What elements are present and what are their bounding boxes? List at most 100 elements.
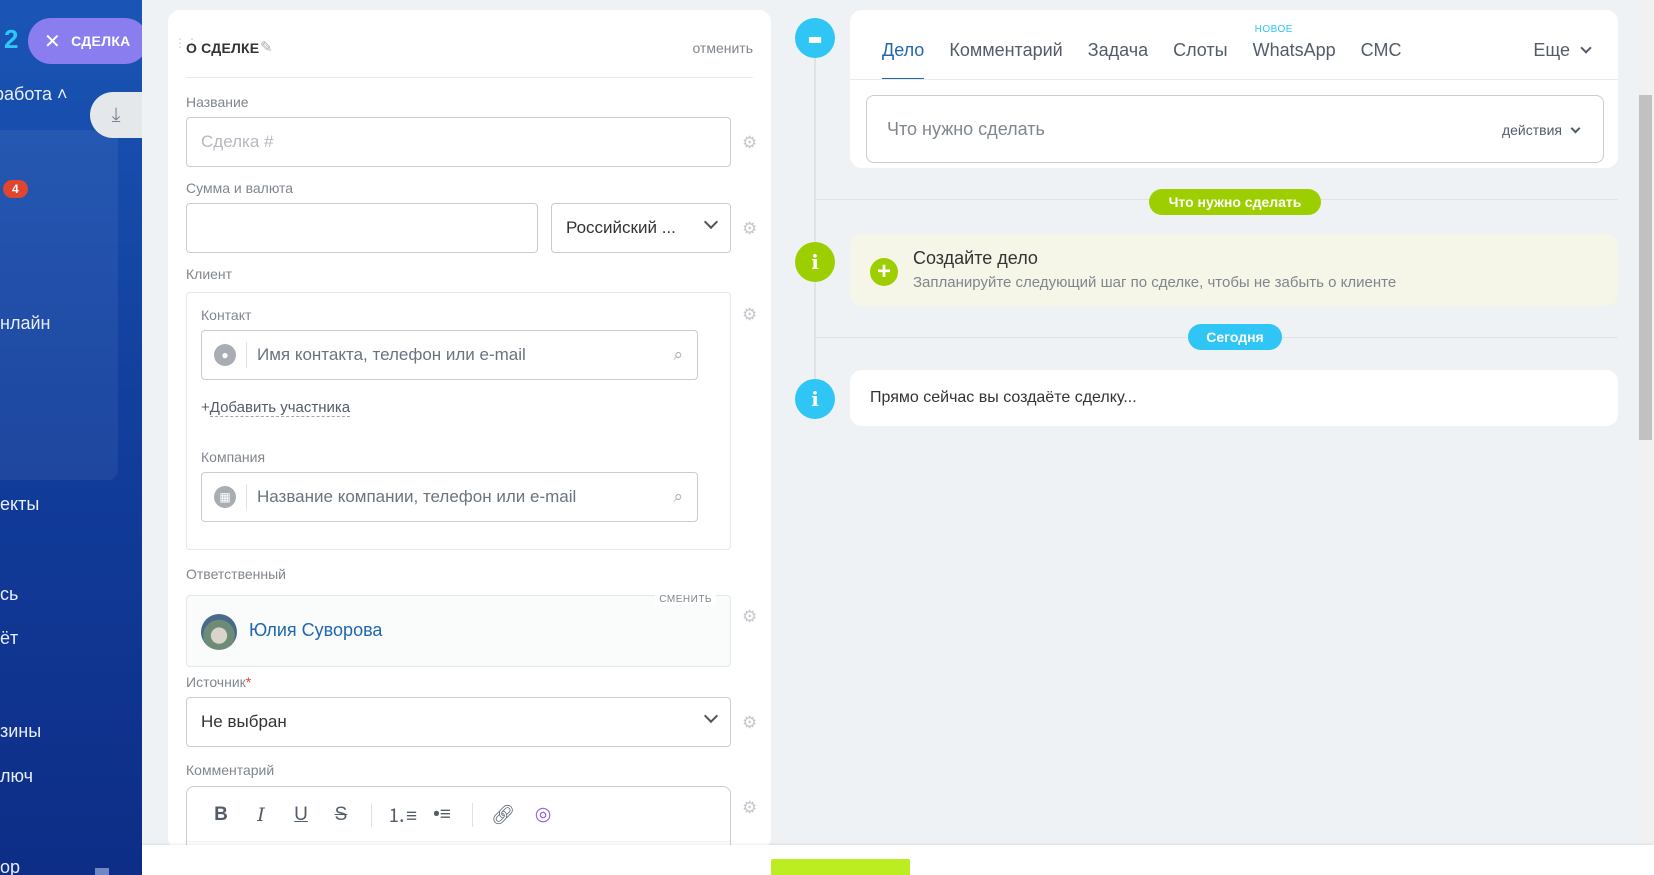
tab-whatsapp[interactable]: НОВОЕ WhatsApp	[1253, 24, 1336, 80]
logo: 2	[4, 24, 19, 54]
required-marker: *	[245, 674, 252, 690]
editor-toolbar: B I U S ⒈≡ •≡ 🔗︎ ◎	[201, 801, 563, 828]
plus-icon[interactable]: +	[870, 258, 898, 286]
chevron-down-icon	[1570, 123, 1581, 133]
company-placeholder: Название компании, телефон или e-mail	[257, 487, 577, 506]
current-event-text: Прямо сейчас вы создаёте сделку...	[870, 389, 1137, 406]
menu-item[interactable]: люч	[0, 766, 33, 787]
strikethrough-icon[interactable]: S	[321, 804, 361, 826]
currency-select[interactable]: Российский ...	[551, 203, 731, 253]
section-title: О СДЕЛКЕ	[186, 40, 260, 56]
amount-input[interactable]	[186, 203, 538, 253]
menu-item[interactable]: работа ˄	[0, 84, 68, 105]
name-placeholder: Сделка #	[201, 132, 274, 151]
copilot-icon[interactable]: ◎	[523, 803, 563, 826]
card-header: О СДЕЛКЕ ✎ отменить	[186, 32, 753, 78]
change-responsible-link[interactable]: СМЕНИТЬ	[655, 594, 716, 605]
gear-icon[interactable]: ⚙	[742, 713, 757, 733]
source-select[interactable]: Не выбран	[186, 697, 731, 747]
name-input[interactable]: Сделка #	[186, 117, 731, 167]
tab-comment[interactable]: Комментарий	[949, 40, 1062, 80]
gear-icon[interactable]: ⚙	[742, 219, 757, 239]
more-tabs-button[interactable]: Еще	[1533, 40, 1592, 61]
menu-item[interactable]: нлайн	[0, 313, 50, 334]
divider	[371, 802, 372, 827]
menu-item[interactable]: ор	[0, 857, 20, 875]
todo-input[interactable]: Что нужно сделать действия	[866, 95, 1604, 163]
gear-icon[interactable]: ⚙	[742, 305, 757, 325]
source-label: Источник*	[186, 674, 252, 690]
tab-task[interactable]: Задача	[1088, 40, 1148, 80]
edit-pencil-icon[interactable]: ✎	[260, 38, 273, 56]
contact-placeholder: Имя контакта, телефон или e-mail	[257, 345, 526, 364]
gear-icon[interactable]: ⚙	[742, 798, 757, 818]
contact-label: Контакт	[201, 307, 252, 323]
search-icon[interactable]: ⌕	[673, 487, 683, 507]
client-label: Клиент	[186, 266, 233, 282]
bold-icon[interactable]: B	[201, 804, 241, 826]
minimize-slider-button[interactable]: ⤓	[90, 92, 142, 138]
menu-item[interactable]: ёт	[0, 628, 18, 649]
create-activity-hint[interactable]: + Создайте дело Запланируйте следующий ш…	[850, 234, 1618, 306]
link-icon[interactable]: 🔗︎	[483, 803, 523, 827]
building-icon: ▦	[214, 486, 236, 508]
search-icon[interactable]: ⌕	[673, 345, 683, 365]
activity-tabs: Дело Комментарий Задача Слоты НОВОЕ Whats…	[882, 24, 1426, 80]
current-event-card: Прямо сейчас вы создаёте сделку...	[850, 370, 1618, 426]
tab-sms[interactable]: СМС	[1361, 40, 1402, 80]
menu-item[interactable]: сь	[0, 584, 18, 605]
comment-bubble-icon: ▬	[795, 18, 835, 58]
currency-value: Российский ...	[566, 218, 676, 237]
todo-section-pill: Что нужно сделать	[1149, 189, 1321, 215]
divider	[187, 841, 730, 842]
bulleted-list-icon[interactable]: •≡	[422, 804, 462, 826]
underline-icon[interactable]: U	[281, 804, 321, 826]
add-participant-label: Добавить участника	[209, 399, 351, 417]
scrollbar[interactable]	[1637, 0, 1654, 845]
client-block: Контакт ● Имя контакта, телефон или e-ma…	[186, 292, 731, 550]
source-value: Не выбран	[201, 712, 287, 731]
todo-placeholder: Что нужно сделать	[887, 119, 1045, 139]
scrollbar-thumb[interactable]	[1639, 95, 1652, 440]
menu-item[interactable]: екты	[0, 494, 39, 515]
close-slider-button[interactable]: ✕ СДЕЛКА	[28, 18, 148, 64]
responsible-name-link[interactable]: Юлия Суворова	[249, 620, 382, 641]
actions-dropdown[interactable]: действия	[1502, 122, 1581, 138]
tab-delo[interactable]: Дело	[882, 40, 925, 80]
comment-label: Комментарий	[186, 762, 275, 778]
bottom-action-bar	[142, 845, 1654, 875]
gear-icon[interactable]: ⚙	[742, 607, 757, 627]
italic-icon[interactable]: I	[241, 804, 281, 826]
company-search-input[interactable]: ▦ Название компании, телефон или e-mail …	[201, 472, 698, 522]
save-button[interactable]	[771, 859, 910, 875]
info-icon: i	[795, 242, 835, 282]
cancel-link[interactable]: отменить	[692, 40, 753, 56]
avatar	[201, 614, 237, 650]
info-icon: i	[795, 379, 835, 419]
divider	[246, 484, 247, 510]
close-icon: ✕	[44, 30, 62, 53]
slider-label: СДЕЛКА	[71, 33, 131, 49]
chevron-down-icon	[1580, 42, 1592, 54]
responsible-block: СМЕНИТЬ Юлия Суворова	[186, 594, 731, 667]
activity-editor-card: Дело Комментарий Задача Слоты НОВОЕ Whats…	[850, 10, 1618, 168]
menu-item[interactable]: зины	[0, 721, 41, 742]
numbered-list-icon[interactable]: ⒈≡	[382, 801, 422, 828]
add-participant-link[interactable]: +Добавить участника	[201, 399, 351, 417]
hint-subtitle: Запланируйте следующий шаг по сделке, чт…	[913, 274, 1397, 291]
hint-title: Создайте дело	[913, 248, 1038, 268]
contact-search-input[interactable]: ● Имя контакта, телефон или e-mail ⌕	[201, 330, 698, 380]
amount-label: Сумма и валюта	[186, 180, 294, 196]
deal-slider: ⋮⋮ О СДЕЛКЕ ✎ отменить Название Сделка #…	[142, 0, 1654, 875]
divider	[246, 342, 247, 368]
person-icon: ●	[214, 344, 236, 366]
divider	[472, 802, 473, 827]
responsible-label: Ответственный	[186, 566, 286, 582]
divider	[850, 79, 1618, 80]
name-label: Название	[186, 94, 249, 110]
gear-icon[interactable]: ⚙	[742, 133, 757, 153]
chevron-down-icon	[703, 708, 719, 724]
today-pill: Сегодня	[1188, 324, 1282, 350]
tab-slots[interactable]: Слоты	[1173, 40, 1228, 80]
notification-badge: 4	[3, 180, 28, 198]
